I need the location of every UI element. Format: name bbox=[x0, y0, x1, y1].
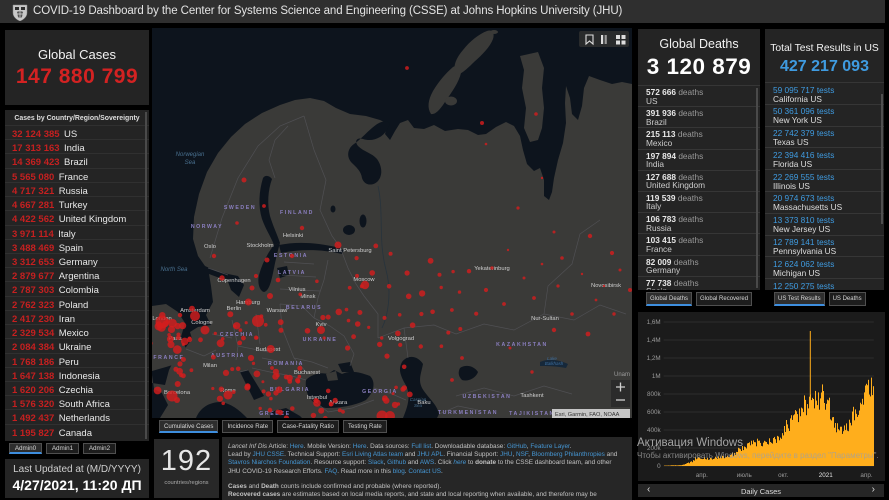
svg-text:CZECHIA: CZECHIA bbox=[220, 332, 254, 338]
svg-text:Helsinki: Helsinki bbox=[283, 233, 303, 239]
svg-text:NORWAY: NORWAY bbox=[191, 224, 223, 230]
svg-text:KAZAKHSTAN: KAZAKHSTAN bbox=[496, 342, 548, 348]
svg-text:Tashkent: Tashkent bbox=[520, 393, 544, 399]
svg-text:Baku: Baku bbox=[417, 400, 430, 406]
svg-text:UZBEKISTAN: UZBEKISTAN bbox=[462, 394, 511, 400]
svg-text:июль: июль bbox=[737, 472, 753, 479]
svg-text:UKRAINE: UKRAINE bbox=[303, 337, 338, 343]
svg-text:FRANCE: FRANCE bbox=[153, 355, 184, 361]
svg-text:1M: 1M bbox=[652, 373, 661, 380]
svg-text:600k: 600k bbox=[647, 409, 662, 416]
svg-text:Vilnius: Vilnius bbox=[289, 287, 306, 293]
svg-text:Sea: Sea bbox=[185, 160, 196, 166]
svg-text:FINLAND: FINLAND bbox=[280, 210, 314, 216]
svg-text:Warsaw: Warsaw bbox=[267, 308, 289, 314]
svg-text:0: 0 bbox=[657, 463, 661, 470]
svg-text:Volgograd: Volgograd bbox=[388, 336, 414, 342]
svg-text:Oslo: Oslo bbox=[204, 244, 216, 250]
svg-text:1,4M: 1,4M bbox=[647, 337, 661, 344]
svg-text:400k: 400k bbox=[647, 427, 662, 434]
svg-text:North Sea: North Sea bbox=[160, 267, 188, 273]
svg-text:Milan: Milan bbox=[203, 363, 217, 369]
svg-text:Esri, Garmin, FAO, NOAA: Esri, Garmin, FAO, NOAA bbox=[555, 412, 620, 418]
svg-text:BELARUS: BELARUS bbox=[286, 305, 322, 311]
svg-text:Balkhash: Balkhash bbox=[545, 361, 564, 366]
svg-text:окт.: окт. bbox=[778, 472, 789, 479]
svg-text:TAJIKISTAN: TAJIKISTAN bbox=[509, 411, 555, 417]
svg-text:800k: 800k bbox=[647, 391, 662, 398]
svg-text:апр.: апр. bbox=[696, 472, 708, 479]
svg-text:Saint Petersburg: Saint Petersburg bbox=[328, 248, 371, 254]
svg-text:Bucharest: Bucharest bbox=[294, 370, 320, 376]
svg-text:LATVIA: LATVIA bbox=[278, 270, 306, 276]
svg-text:Berlin: Berlin bbox=[227, 306, 242, 312]
svg-text:Novosibirsk: Novosibirsk bbox=[591, 283, 621, 289]
svg-text:AUSTRIA: AUSTRIA bbox=[211, 353, 245, 359]
svg-text:TURKMENISTAN: TURKMENISTAN bbox=[438, 410, 498, 416]
svg-text:2021: 2021 bbox=[819, 472, 834, 479]
svg-text:1,6M: 1,6M bbox=[647, 319, 661, 326]
svg-text:Minsk: Minsk bbox=[300, 294, 315, 300]
svg-text:SWEDEN: SWEDEN bbox=[224, 205, 256, 211]
svg-text:апр.: апр. bbox=[860, 472, 872, 479]
svg-text:Unam: Unam bbox=[614, 372, 630, 378]
svg-text:Nur-Sultan: Nur-Sultan bbox=[531, 316, 559, 322]
svg-text:ROMANIA: ROMANIA bbox=[268, 361, 304, 367]
svg-text:Norwegian: Norwegian bbox=[176, 152, 205, 158]
svg-text:1,2M: 1,2M bbox=[647, 355, 661, 362]
svg-text:Stockholm: Stockholm bbox=[246, 243, 273, 249]
